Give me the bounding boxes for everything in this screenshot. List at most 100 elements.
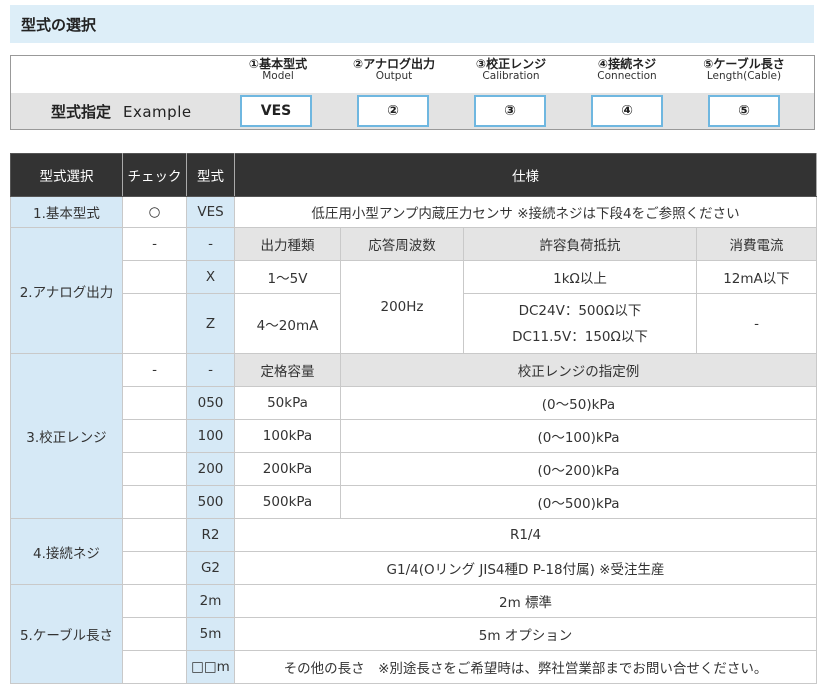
step-calibration-label-en: Calibration [482, 70, 540, 83]
step-model-label-en: Model [262, 70, 294, 83]
subheader-output-type: 出力種類 [234, 227, 341, 261]
section-title: 型式の選択 [21, 16, 97, 34]
subheader-current: 消費電流 [696, 227, 817, 261]
load-line: DC24V：500Ω以下 [518, 302, 642, 319]
code-box-connection: ④ [591, 95, 663, 127]
range-cell: (0～200)kPa [340, 452, 817, 486]
code-box-output: ② [357, 95, 429, 127]
check-cell [122, 650, 187, 684]
current-cell: - [696, 293, 817, 354]
range-cell: (0～100)kPa [340, 419, 817, 453]
check-cell: - [122, 353, 187, 387]
range-cell: (0～50)kPa [340, 386, 817, 420]
subheader-load: 許容負荷抵抗 [463, 227, 697, 261]
load-cell: DC24V：500Ω以下 DC11.5V：150Ω以下 [463, 293, 697, 354]
check-cell: ○ [122, 196, 187, 228]
table-row: □□m その他の長さ ※別途長さをご希望時は、弊社営業部までお問い合せください。 [11, 650, 817, 684]
check-cell [122, 386, 187, 420]
category-analog: 2.アナログ出力 [10, 227, 123, 354]
table-header-row: 型式選択 チェック 型式 仕様 [10, 153, 817, 197]
category-basic: 1.基本型式 [10, 196, 123, 228]
example-label: 型式指定 Example [51, 101, 192, 122]
header-select: 型式選択 [10, 153, 123, 197]
table-row: 100 100kPa (0～100)kPa [11, 419, 817, 453]
example-label-jp: 型式指定 [51, 103, 112, 121]
frequency-cell: 200Hz [340, 260, 464, 354]
rated-cell: 200kPa [234, 452, 341, 486]
model-example-box: 型式指定 Example ①基本型式 Model ②アナログ出力 Output ③… [10, 55, 815, 130]
step-cable-label-en: Length(Cable) [706, 70, 782, 83]
category-range: 3.校正レンジ [10, 353, 123, 519]
code-cell: - [186, 353, 235, 387]
table-row: 500 500kPa (0～500)kPa [11, 485, 817, 519]
check-cell [122, 551, 187, 585]
load-line: DC11.5V：150Ω以下 [512, 328, 648, 345]
load-cell: 1kΩ以上 [463, 260, 697, 294]
table-row: 5.ケーブル長さ 2m 2m 標準 [10, 584, 817, 684]
code-box-cable: ⑤ [708, 95, 780, 127]
code-cell: VES [186, 196, 235, 228]
table-row: G2 G1/4(Oリング JIS4種D P-18付属) ※受注生産 [11, 551, 817, 585]
code-box-model: VES [240, 95, 312, 127]
code-cell: 5m [186, 617, 235, 651]
table-row: 3.校正レンジ - - 定格容量 校正レンジの指定例 [10, 353, 817, 519]
code-cell: 500 [186, 485, 235, 519]
output-type-cell: 4～20mA [234, 293, 341, 354]
check-cell [122, 419, 187, 453]
check-cell [122, 584, 187, 618]
code-cell: □□m [186, 650, 235, 684]
table-row: 5m 5m オプション [11, 617, 817, 651]
step-calibration: ③校正レンジ Calibration [466, 57, 556, 83]
code-cell: Z [186, 293, 235, 354]
example-label-en: Example [123, 103, 192, 121]
table-row: 1.基本型式 ○ VES 低圧用小型アンプ内蔵圧力センサ ※接続ネジは下段4をご… [10, 196, 817, 228]
code-cell: R2 [186, 518, 235, 552]
code-cell: 050 [186, 386, 235, 420]
step-model: ①基本型式 Model [233, 57, 323, 83]
table-row: 4.接続ネジ R2 R1/4 [10, 518, 817, 585]
current-cell: 12mA以下 [696, 260, 817, 294]
step-output: ②アナログ出力 Output [349, 57, 439, 83]
check-cell: - [122, 227, 187, 261]
code-box-calibration: ③ [474, 95, 546, 127]
table-row: 2.アナログ出力 - - 出力種類 応答周波数 許容負荷抵抗 消費電流 [10, 227, 817, 354]
code-cell: 2m [186, 584, 235, 618]
model-spec-table: 型式選択 チェック 型式 仕様 1.基本型式 ○ VES 低圧用小型アンプ内蔵圧… [10, 153, 817, 684]
check-cell [122, 518, 187, 552]
rated-cell: 100kPa [234, 419, 341, 453]
check-cell [122, 452, 187, 486]
code-cell: 200 [186, 452, 235, 486]
section-header: 型式の選択 [10, 5, 814, 43]
spec-cell: その他の長さ ※別途長さをご希望時は、弊社営業部までお問い合せください。 [234, 650, 817, 684]
check-cell [122, 260, 187, 294]
output-type-cell: 1～5V [234, 260, 341, 294]
rated-cell: 500kPa [234, 485, 341, 519]
header-check: チェック [122, 153, 187, 197]
spec-cell: 低圧用小型アンプ内蔵圧力センサ ※接続ネジは下段4をご参照ください [234, 196, 817, 228]
table-row: X 1～5V 200Hz 1kΩ以上 12mA以下 [11, 260, 817, 354]
spec-cell: 5m オプション [234, 617, 817, 651]
spec-cell: 2m 標準 [234, 584, 817, 618]
code-cell: G2 [186, 551, 235, 585]
subheader-rated: 定格容量 [234, 353, 341, 387]
step-cable: ⑤ケーブル長さ Length(Cable) [699, 57, 789, 83]
step-connection: ④接続ネジ Connection [582, 57, 672, 83]
subheader-range-example: 校正レンジの指定例 [340, 353, 817, 387]
check-cell [122, 293, 187, 354]
category-connection: 4.接続ネジ [10, 518, 123, 585]
table-row: 200 200kPa (0～200)kPa [11, 452, 817, 486]
range-cell: (0～500)kPa [340, 485, 817, 519]
spec-cell: R1/4 [234, 518, 817, 552]
check-cell [122, 485, 187, 519]
check-cell [122, 617, 187, 651]
category-cable: 5.ケーブル長さ [10, 584, 123, 684]
header-model: 型式 [186, 153, 235, 197]
step-output-label-en: Output [375, 70, 413, 83]
table-row: 050 50kPa (0～50)kPa [11, 386, 817, 420]
subheader-frequency: 応答周波数 [340, 227, 464, 261]
code-cell: 100 [186, 419, 235, 453]
header-spec: 仕様 [234, 153, 817, 197]
spec-cell: G1/4(Oリング JIS4種D P-18付属) ※受注生産 [234, 551, 817, 585]
code-cell: X [186, 260, 235, 294]
rated-cell: 50kPa [234, 386, 341, 420]
